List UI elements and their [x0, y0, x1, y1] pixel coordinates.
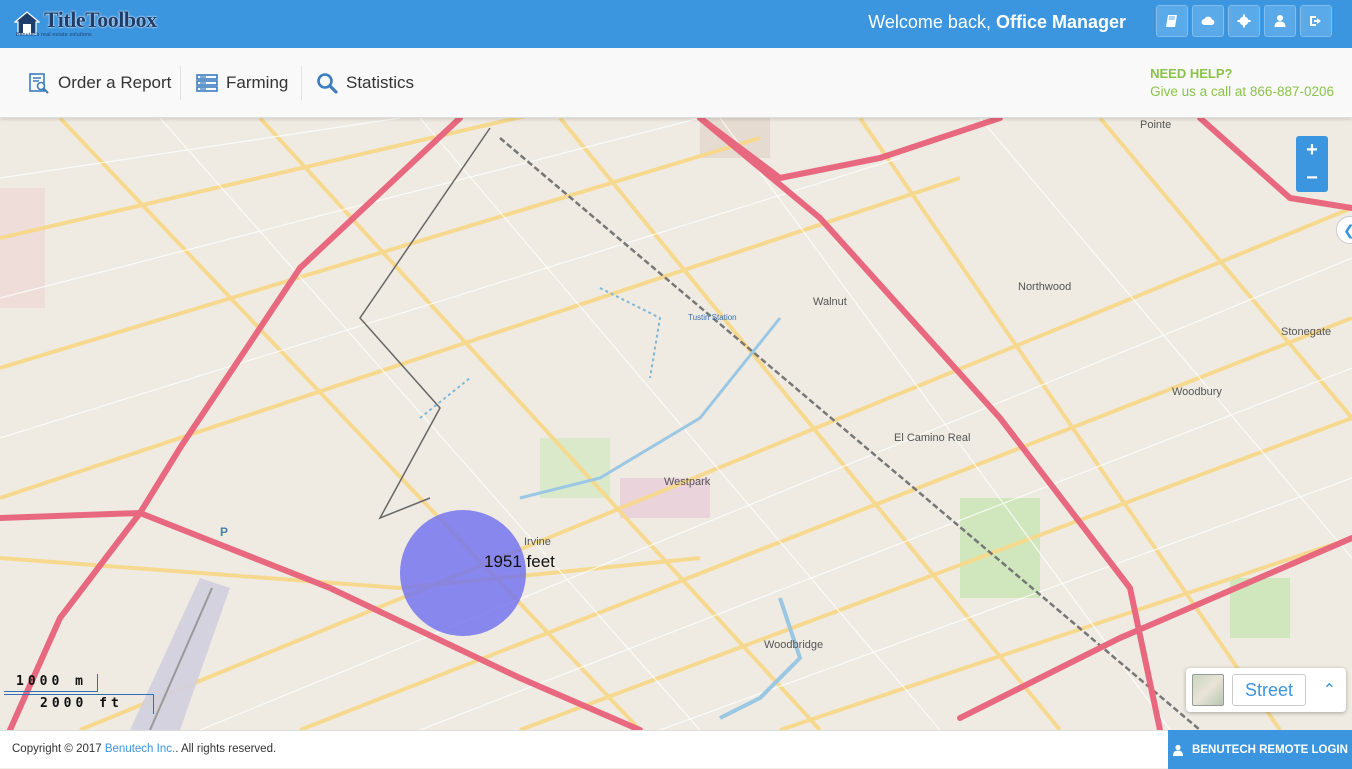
nav-statistics[interactable]: Statistics [316, 70, 414, 96]
map-label-pointe: Pointe [1140, 119, 1171, 131]
user-icon [1173, 744, 1184, 756]
user-role: Office Manager [995, 12, 1126, 32]
parking-icon: P [220, 525, 228, 539]
help-contact: NEED HELP? Give us a call at 866-887-020… [1150, 66, 1334, 99]
benutech-link[interactable]: Benutech Inc. [105, 743, 175, 755]
map-view[interactable]: Irvine Northwood Walnut Westpark El Cami… [0, 118, 1352, 730]
nav-bar: Order a Report Farming Statistics NEED H… [0, 48, 1352, 118]
map-label-northwood: Northwood [1018, 281, 1071, 293]
layer-switcher: Street ⌃ [1186, 668, 1346, 712]
map-label-westpark: Westpark [664, 476, 711, 488]
logout-button[interactable] [1300, 5, 1332, 37]
scale-imperial: 2000 ft [4, 694, 154, 714]
footer: Copyright © 2017 Benutech Inc.. All righ… [0, 730, 1352, 769]
logo-tagline: Benutech real estate solutions [16, 32, 92, 38]
copyright-suffix: . All rights reserved. [175, 743, 277, 755]
map-label-irvine: Irvine [524, 536, 551, 548]
map-tiles[interactable]: Irvine Northwood Walnut Westpark El Cami… [0, 118, 1352, 730]
chevron-left-icon: ❮ [1343, 222, 1352, 239]
zoom-control: + − [1296, 136, 1328, 192]
user-icon [1274, 15, 1286, 27]
header-actions [1156, 5, 1332, 37]
zoom-out-button[interactable]: − [1296, 165, 1328, 191]
map-label-tustin-station: Tustin Station [688, 313, 737, 322]
copyright-prefix: Copyright © 2017 [12, 743, 105, 755]
settings-button[interactable] [1228, 5, 1260, 37]
cloud-icon [1201, 16, 1215, 25]
nav-divider [301, 66, 302, 100]
nav-statistics-label: Statistics [346, 73, 415, 92]
map-label-stonegate: Stonegate [1281, 326, 1331, 338]
gear-icon [1237, 14, 1251, 28]
top-bar: TitleToolbox Benutech real estate soluti… [0, 0, 1352, 48]
book-button[interactable] [1156, 5, 1188, 37]
profile-button[interactable] [1264, 5, 1296, 37]
logout-icon [1310, 16, 1321, 26]
help-title: NEED HELP? [1150, 66, 1233, 81]
book-icon [1166, 15, 1177, 27]
nav-order-report[interactable]: Order a Report [28, 70, 171, 96]
scale-metric: 1000 m [4, 674, 98, 692]
nav-order-report-label: Order a Report [58, 73, 172, 92]
map-label-walnut: Walnut [813, 296, 847, 308]
logo-text: TitleToolbox [44, 7, 157, 32]
copyright-text: Copyright © 2017 Benutech Inc.. All righ… [12, 743, 276, 755]
search-icon [317, 73, 338, 94]
nav-farming[interactable]: Farming [196, 70, 288, 96]
welcome-prefix: Welcome back, [868, 12, 996, 32]
title-toolbox-logo[interactable]: TitleToolbox Benutech real estate soluti… [14, 6, 157, 40]
chevron-up-icon[interactable]: ⌃ [1323, 680, 1336, 700]
zoom-in-button[interactable]: + [1296, 137, 1328, 163]
report-icon [29, 73, 49, 94]
help-phone[interactable]: Give us a call at 866-887-0206 [1150, 84, 1334, 99]
remote-login-label: BENUTECH REMOTE LOGIN [1192, 743, 1348, 756]
radius-label: 1951 feet [484, 552, 555, 571]
map-label-woodbridge: Woodbridge [764, 639, 823, 651]
list-icon [196, 74, 218, 92]
welcome-message: Welcome back, Office Manager [868, 12, 1126, 33]
remote-login-button[interactable]: BENUTECH REMOTE LOGIN [1168, 730, 1352, 769]
nav-farming-label: Farming [226, 73, 289, 92]
satellite-thumbnail[interactable] [1192, 674, 1224, 706]
map-label-el-camino-real: El Camino Real [894, 432, 970, 444]
street-layer-button[interactable]: Street [1232, 674, 1307, 706]
map-label-woodbury: Woodbury [1172, 386, 1222, 398]
nav-divider [180, 66, 181, 100]
cloud-button[interactable] [1192, 5, 1224, 37]
